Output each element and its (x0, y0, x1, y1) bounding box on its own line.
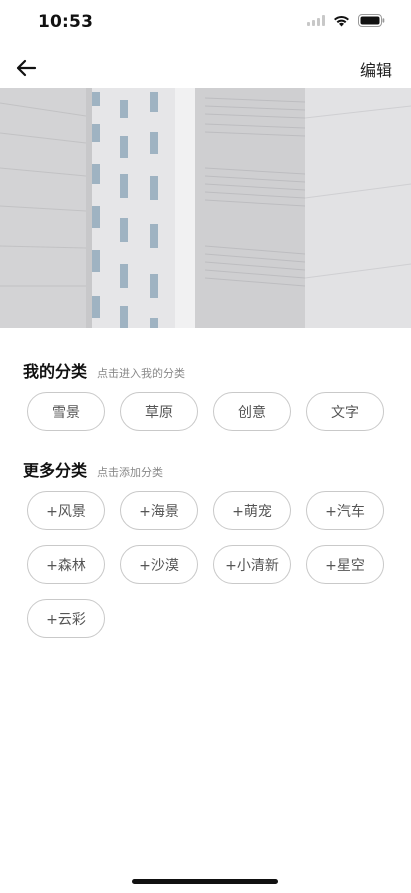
edit-button[interactable]: 编辑 (360, 57, 392, 81)
my-category-tag[interactable]: 草原 (120, 392, 198, 431)
my-categories-hint: 点击进入我的分类 (97, 367, 186, 380)
arrow-left-icon (16, 59, 37, 77)
add-category-tag[interactable]: +风景 (27, 491, 105, 530)
my-categories-header: 我的分类 点击进入我的分类 (23, 358, 185, 382)
my-category-tag[interactable]: 雪景 (27, 392, 105, 431)
add-category-tag[interactable]: +海景 (120, 491, 198, 530)
status-icons (307, 14, 385, 27)
nav-bar: 编辑 (0, 46, 411, 88)
add-category-tag[interactable]: +云彩 (27, 599, 105, 638)
more-categories-title: 更多分类 (23, 461, 88, 480)
status-time: 10:53 (38, 12, 94, 32)
signal-icon (307, 15, 325, 26)
building-photo (0, 88, 411, 328)
status-bar: 10:53 (0, 0, 411, 46)
my-category-tag[interactable]: 创意 (213, 392, 291, 431)
my-category-tag[interactable]: 文字 (306, 392, 384, 431)
back-button[interactable] (12, 54, 40, 82)
add-category-tag[interactable]: +森林 (27, 545, 105, 584)
add-category-tag[interactable]: +萌宠 (213, 491, 291, 530)
add-category-tag[interactable]: +汽车 (306, 491, 384, 530)
banner-image (0, 88, 411, 328)
add-category-tag[interactable]: +小清新 (213, 545, 291, 584)
add-category-tag[interactable]: +星空 (306, 545, 384, 584)
battery-icon (358, 14, 385, 27)
more-categories-hint: 点击添加分类 (97, 466, 164, 479)
add-category-tag[interactable]: +沙漠 (120, 545, 198, 584)
more-categories-header: 更多分类 点击添加分类 (23, 457, 163, 481)
my-categories-title: 我的分类 (23, 362, 88, 381)
wifi-icon (334, 15, 349, 26)
home-indicator (132, 879, 278, 884)
